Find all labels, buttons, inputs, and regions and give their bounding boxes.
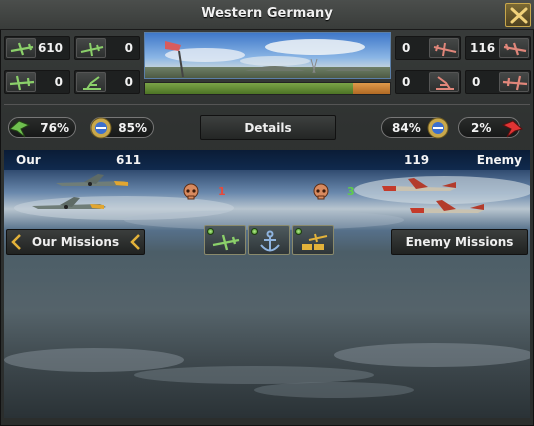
mission-tile-logistics[interactable] bbox=[292, 225, 334, 255]
enemy-fighters-count: 116 bbox=[470, 41, 496, 55]
our-label: Our bbox=[16, 153, 41, 167]
our-fighter-plane-1 bbox=[56, 174, 130, 186]
enemy-total-count: 119 bbox=[404, 153, 430, 167]
our-total-count: 611 bbox=[116, 153, 142, 167]
enemy-efficiency-pill[interactable]: 84% bbox=[381, 117, 449, 139]
our-superiority-fill bbox=[145, 83, 354, 94]
close-icon bbox=[510, 7, 528, 24]
our-cas-count: 0 bbox=[124, 41, 133, 55]
battle-scene-image bbox=[144, 32, 391, 79]
section-divider bbox=[4, 104, 530, 105]
our-aa-stat[interactable]: 0 bbox=[74, 70, 140, 94]
our-fighters-stat[interactable]: 610 bbox=[4, 36, 70, 60]
our-efficiency-pill[interactable]: 85% bbox=[90, 117, 154, 139]
fighter-plane-icon bbox=[499, 38, 529, 58]
enemy-fighter-plane-2 bbox=[410, 200, 484, 213]
naval-bomber-icon bbox=[499, 72, 529, 92]
efficiency-medal-icon bbox=[427, 117, 449, 139]
our-cas-stat[interactable]: 0 bbox=[74, 36, 140, 60]
air-superiority-mission-icon bbox=[212, 234, 240, 251]
enemy-cas-stat[interactable]: 0 bbox=[395, 36, 461, 60]
our-fighters-count: 610 bbox=[37, 41, 63, 55]
enemy-efficiency-value: 84% bbox=[392, 121, 421, 135]
our-losses-value: 1 bbox=[218, 185, 226, 198]
efficiency-medal-icon bbox=[90, 117, 112, 139]
naval-anchor-mission-icon bbox=[260, 230, 280, 252]
our-efficiency-value: 85% bbox=[118, 121, 147, 135]
our-superiority-value: 76% bbox=[40, 121, 69, 135]
mission-tile-air-superiority[interactable] bbox=[204, 225, 246, 255]
enemy-superiority-pill[interactable]: 2% bbox=[458, 117, 524, 138]
air-battle-area bbox=[4, 150, 530, 418]
our-air-superiority-icon bbox=[8, 120, 31, 138]
enemy-naval-bomber-stat[interactable]: 0 bbox=[465, 70, 531, 94]
enemy-losses-value: 3 bbox=[347, 185, 355, 198]
details-button[interactable]: Details bbox=[200, 115, 336, 140]
enemy-cas-count: 0 bbox=[402, 41, 411, 55]
our-aa-count: 0 bbox=[124, 75, 133, 89]
enemy-aa-count: 0 bbox=[402, 75, 411, 89]
enemy-fighter-plane-1 bbox=[382, 178, 456, 191]
anti-air-gun-icon bbox=[76, 72, 106, 92]
enemy-naval-bomber-count: 0 bbox=[472, 75, 481, 89]
enemy-label: Enemy bbox=[476, 153, 522, 167]
air-superiority-bar bbox=[144, 82, 391, 95]
our-missions-button[interactable]: Our Missions bbox=[6, 229, 145, 255]
chevron-left-icon bbox=[130, 234, 140, 250]
cas-plane-icon bbox=[429, 38, 459, 58]
enemy-air-superiority-icon bbox=[501, 120, 524, 138]
fighter-plane-icon bbox=[6, 38, 36, 58]
title-bar: Western Germany bbox=[0, 0, 534, 30]
enemy-superiority-value: 2% bbox=[471, 121, 492, 135]
our-naval-bomber-stat[interactable]: 0 bbox=[4, 70, 70, 94]
enemy-fighters-stat[interactable]: 116 bbox=[465, 36, 531, 60]
enemy-missions-button[interactable]: Enemy Missions bbox=[391, 229, 528, 255]
chevron-left-icon bbox=[11, 234, 21, 250]
enemy-aa-stat[interactable]: 0 bbox=[395, 70, 461, 94]
mission-tile-naval[interactable] bbox=[248, 225, 290, 255]
region-title: Western Germany bbox=[201, 6, 333, 21]
our-naval-bomber-count: 0 bbox=[54, 75, 63, 89]
our-losses-skull-icon bbox=[183, 183, 199, 200]
anti-air-gun-icon bbox=[429, 72, 459, 92]
cas-plane-icon bbox=[76, 38, 106, 58]
forces-header-bar: Our 611 119 Enemy bbox=[4, 150, 530, 170]
enemy-losses-skull-icon bbox=[313, 183, 329, 200]
logistics-strike-mission-icon bbox=[302, 233, 328, 250]
enemy-superiority-fill bbox=[353, 83, 390, 94]
our-fighter-plane-2 bbox=[32, 197, 106, 209]
naval-bomber-icon bbox=[6, 72, 36, 92]
our-missions-label: Our Missions bbox=[31, 235, 120, 249]
close-button[interactable] bbox=[505, 3, 531, 27]
our-superiority-pill[interactable]: 76% bbox=[8, 117, 76, 138]
